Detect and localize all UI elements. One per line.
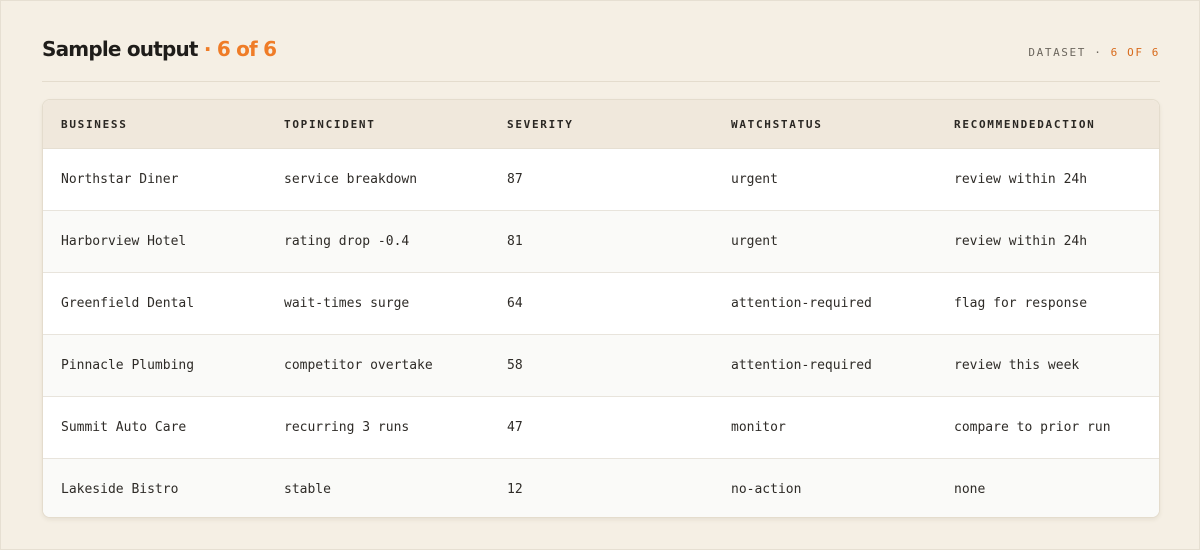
page-frame: Sample output · 6 of 6 DATASET · 6 OF 6 … [0,0,1200,550]
table-header-row: BUSINESS TOPINCIDENT SEVERITY WATCHSTATU… [43,100,1159,149]
table-row: Northstar Diner service breakdown 87 urg… [43,148,1159,211]
cell-business: Pinnacle Plumbing [43,334,266,397]
cell-topincident: competitor overtake [266,334,489,397]
title-count: · 6 of 6 [197,37,277,61]
cell-recommendedaction: none [936,458,1159,517]
table-row: Pinnacle Plumbing competitor overtake 58… [43,334,1159,397]
cell-watchstatus: no-action [713,458,936,517]
cell-business: Greenfield Dental [43,272,266,335]
column-header-watchstatus: WATCHSTATUS [713,100,936,149]
table-row: Harborview Hotel rating drop -0.4 81 urg… [43,210,1159,273]
cell-topincident: rating drop -0.4 [266,210,489,273]
cell-recommendedaction: compare to prior run [936,396,1159,459]
cell-severity: 87 [489,148,713,211]
dataset-label: DATASET · [1028,46,1111,59]
cell-watchstatus: urgent [713,210,936,273]
cell-topincident: recurring 3 runs [266,396,489,459]
cell-watchstatus: attention-required [713,272,936,335]
cell-severity: 47 [489,396,713,459]
page-title: Sample output · 6 of 6 [42,37,277,61]
cell-business: Northstar Diner [43,148,266,211]
cell-recommendedaction: review within 24h [936,210,1159,273]
table-row: Greenfield Dental wait-times surge 64 at… [43,272,1159,335]
column-header-business: BUSINESS [43,100,266,149]
cell-business: Harborview Hotel [43,210,266,273]
cell-severity: 81 [489,210,713,273]
results-table-card: BUSINESS TOPINCIDENT SEVERITY WATCHSTATU… [42,99,1160,518]
column-header-severity: SEVERITY [489,100,713,149]
cell-business: Summit Auto Care [43,396,266,459]
header: Sample output · 6 of 6 DATASET · 6 OF 6 [42,37,1160,82]
dataset-indicator: DATASET · 6 OF 6 [1028,46,1160,59]
cell-severity: 58 [489,334,713,397]
column-header-recommendedaction: RECOMMENDEDACTION [936,100,1159,149]
cell-recommendedaction: review within 24h [936,148,1159,211]
cell-topincident: wait-times surge [266,272,489,335]
title-text: Sample output [42,37,199,61]
column-header-topincident: TOPINCIDENT [266,100,489,149]
cell-severity: 12 [489,458,713,517]
cell-watchstatus: attention-required [713,334,936,397]
cell-topincident: stable [266,458,489,517]
cell-severity: 64 [489,272,713,335]
cell-recommendedaction: review this week [936,334,1159,397]
cell-business: Lakeside Bistro [43,458,266,517]
cell-recommendedaction: flag for response [936,272,1159,335]
cell-watchstatus: monitor [713,396,936,459]
table-row: Lakeside Bistro stable 12 no-action none [43,458,1159,517]
cell-topincident: service breakdown [266,148,489,211]
cell-watchstatus: urgent [713,148,936,211]
results-table: BUSINESS TOPINCIDENT SEVERITY WATCHSTATU… [43,100,1159,517]
table-row: Summit Auto Care recurring 3 runs 47 mon… [43,396,1159,459]
dataset-count: 6 OF 6 [1110,46,1160,59]
